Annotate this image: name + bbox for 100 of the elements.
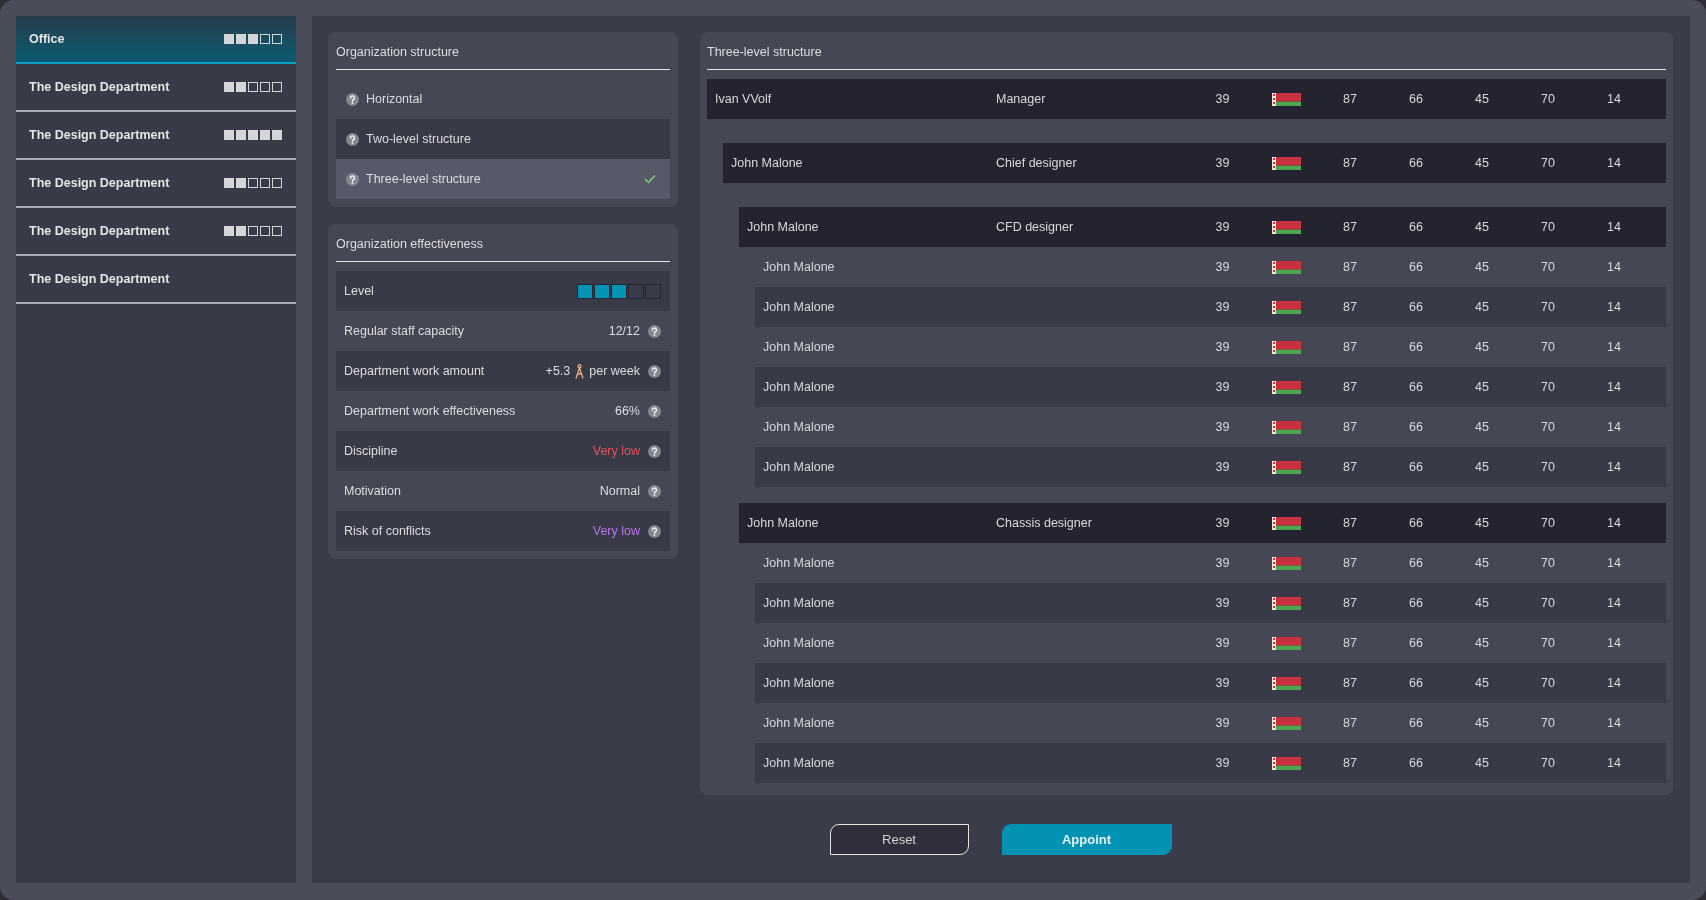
sidebar-item[interactable]: The Design Department: [16, 64, 296, 112]
table-value: 66: [1408, 516, 1424, 530]
sidebar-item[interactable]: The Design Department: [16, 112, 296, 160]
table-value: 45: [1474, 300, 1490, 314]
table-value: 87: [1342, 380, 1358, 394]
table-value: 70: [1540, 516, 1556, 530]
sidebar-item[interactable]: The Design Department: [16, 256, 296, 304]
table-value: 87: [1342, 220, 1358, 234]
table-value: 87: [1342, 156, 1358, 170]
table-value: 39: [1214, 380, 1231, 394]
employee-name: John Malone: [763, 260, 836, 274]
check-icon: [644, 174, 656, 184]
table-value: 45: [1474, 460, 1490, 474]
table-value: 66: [1408, 716, 1424, 730]
table-value: 70: [1540, 300, 1556, 314]
employee-name: John Malone: [763, 380, 836, 394]
table-value: 66: [1408, 460, 1424, 474]
table-value: 39: [1214, 516, 1231, 530]
help-icon: [648, 404, 661, 418]
table-value: 87: [1342, 756, 1358, 770]
table-value: 39: [1214, 220, 1231, 234]
help-icon: [648, 364, 661, 378]
flag-icon: [1271, 596, 1301, 610]
table-value: 14: [1606, 636, 1622, 650]
table-value: 45: [1474, 716, 1490, 730]
help-icon: [648, 484, 661, 498]
structure-option[interactable]: Three-level structure: [336, 159, 670, 199]
sidebar-item[interactable]: The Design Department: [16, 208, 296, 256]
employee-name: John Malone: [763, 756, 836, 770]
table-value: 70: [1540, 380, 1556, 394]
structure-option[interactable]: Horizontal: [336, 79, 670, 119]
table-value: 45: [1474, 420, 1490, 434]
table-value: 66: [1408, 596, 1424, 610]
stat-value: Very low: [592, 444, 640, 458]
employee-name: John Malone: [747, 220, 820, 234]
table-value: 66: [1408, 300, 1424, 314]
compass-icon: [575, 363, 585, 379]
table-value: 87: [1342, 556, 1358, 570]
table-value: 70: [1540, 220, 1556, 234]
help-icon: [648, 524, 661, 538]
table-value: 14: [1606, 460, 1622, 474]
table-value: 14: [1606, 92, 1622, 106]
flag-icon: [1271, 220, 1301, 234]
table-value: 70: [1540, 420, 1556, 434]
table-value: 66: [1408, 156, 1424, 170]
table-value: 14: [1606, 300, 1622, 314]
employee-name: John Malone: [763, 636, 836, 650]
stat-value: Normal: [599, 484, 640, 498]
flag-icon: [1271, 676, 1301, 690]
table-value: 70: [1540, 556, 1556, 570]
table-value: 87: [1342, 596, 1358, 610]
table-value: 39: [1214, 420, 1231, 434]
stat-label: Department work effectiveness: [344, 404, 516, 418]
table-value: 87: [1342, 300, 1358, 314]
sidebar-item[interactable]: The Design Department: [16, 160, 296, 208]
table-value: 14: [1606, 716, 1622, 730]
table-value: 87: [1342, 92, 1358, 106]
stat-value: 12/12: [608, 324, 640, 338]
job-title: CFD designer: [996, 220, 1075, 234]
table-value: 45: [1474, 340, 1490, 354]
table-value: 39: [1214, 92, 1231, 106]
table-value: 45: [1474, 516, 1490, 530]
table-value: 45: [1474, 596, 1490, 610]
card-title: Three-level structure: [707, 44, 822, 59]
structure-option[interactable]: Two-level structure: [336, 119, 670, 159]
help-icon: [346, 92, 359, 106]
sidebar-item[interactable]: Office: [16, 16, 296, 64]
flag-icon: [1271, 340, 1301, 354]
table-value: 66: [1408, 260, 1424, 274]
table-value: 14: [1606, 556, 1622, 570]
job-title: Chief designer: [996, 156, 1078, 170]
table-value: 66: [1408, 636, 1424, 650]
stat-label: Discipline: [344, 444, 398, 458]
table-value: 45: [1474, 756, 1490, 770]
employee-name: John Malone: [763, 676, 836, 690]
table-value: 45: [1474, 556, 1490, 570]
table-value: 39: [1214, 340, 1231, 354]
table-value: 70: [1540, 676, 1556, 690]
table-value: 39: [1214, 676, 1231, 690]
table-value: 14: [1606, 380, 1622, 394]
table-value: 14: [1606, 156, 1622, 170]
table-value: 66: [1408, 556, 1424, 570]
stat-label: Motivation: [344, 484, 401, 498]
table-value: 66: [1408, 756, 1424, 770]
table-value: 39: [1214, 260, 1231, 274]
table-value: 70: [1540, 596, 1556, 610]
table-value: 70: [1540, 636, 1556, 650]
table-value: 70: [1540, 460, 1556, 474]
table-value: 87: [1342, 460, 1358, 474]
employee-name: John Malone: [763, 300, 836, 314]
table-value: 45: [1474, 380, 1490, 394]
table-value: 70: [1540, 92, 1556, 106]
table-value: 87: [1342, 516, 1358, 530]
table-value: 87: [1342, 260, 1358, 274]
table-value: 70: [1540, 716, 1556, 730]
table-value: 45: [1474, 220, 1490, 234]
table-value: 14: [1606, 220, 1622, 234]
outline-button[interactable]: Reset: [829, 824, 969, 855]
table-value: 70: [1540, 340, 1556, 354]
help-icon: [648, 444, 661, 458]
